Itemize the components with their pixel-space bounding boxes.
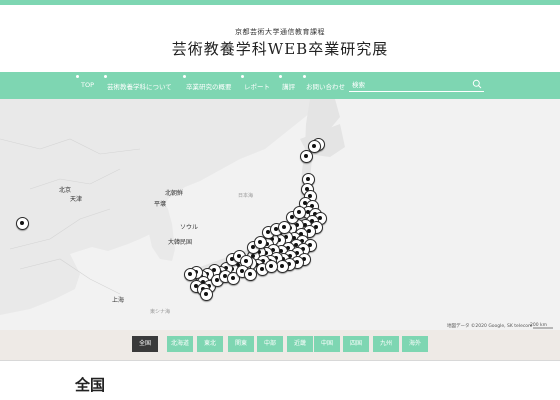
section-divider bbox=[0, 360, 560, 361]
map-label-beijing: 北京 bbox=[59, 187, 72, 194]
map-label-shanghai: 上海 bbox=[112, 297, 125, 304]
site-subtitle: 京都芸術大学通信教育課程 bbox=[235, 28, 325, 36]
region-button-kyushu[interactable]: 九州 bbox=[373, 336, 399, 352]
main-nav: TOP 芸術教養学科について 卒業研究の概要 レポート 講評 お問い合わせ bbox=[0, 72, 560, 99]
nav-dot-icon bbox=[76, 75, 79, 78]
map-base-layer bbox=[0, 99, 560, 330]
map-marker[interactable] bbox=[299, 149, 313, 163]
search-box bbox=[349, 78, 484, 92]
map-label-east-china-sea: 東シナ海 bbox=[150, 309, 171, 315]
region-button-chugoku[interactable]: 中国 bbox=[314, 336, 340, 352]
map-marker[interactable] bbox=[292, 205, 306, 219]
map-attribution: 地図データ ©2020 Google, SK telecom bbox=[447, 324, 533, 329]
map-label-pyongyang: 平壌 bbox=[154, 201, 167, 208]
section-heading: 全国 bbox=[75, 376, 106, 394]
region-button-hokkaido[interactable]: 北海道 bbox=[167, 336, 193, 352]
nav-item-contact[interactable]: お問い合わせ bbox=[306, 81, 345, 91]
region-button-overseas[interactable]: 海外 bbox=[402, 336, 428, 352]
region-filter-bar: 全国 北海道 東北 関東 中部 近畿 中国 四国 九州 海外 bbox=[0, 330, 560, 360]
map-view[interactable]: 北京 天津 北朝鮮 平壌 ソウル 大韓民国 上海 日本海 東シナ海 地図データ … bbox=[0, 99, 560, 330]
region-button-all[interactable]: 全国 bbox=[132, 336, 158, 352]
map-label-seoul: ソウル bbox=[180, 224, 199, 231]
nav-item-top[interactable]: TOP bbox=[81, 81, 94, 89]
region-button-kanto[interactable]: 関東 bbox=[228, 336, 254, 352]
region-button-kinki[interactable]: 近畿 bbox=[287, 336, 313, 352]
region-button-chubu[interactable]: 中部 bbox=[257, 336, 283, 352]
map-marker[interactable] bbox=[199, 287, 213, 301]
region-button-shikoku[interactable]: 四国 bbox=[343, 336, 369, 352]
map-label-tianjin: 天津 bbox=[70, 196, 83, 203]
nav-item-about[interactable]: 芸術教養学科について bbox=[107, 81, 172, 91]
nav-dot-icon bbox=[279, 75, 282, 78]
map-marker[interactable] bbox=[15, 216, 29, 230]
nav-item-overview[interactable]: 卒業研究の概要 bbox=[186, 81, 232, 91]
site-title[interactable]: 芸術教養学科WEB卒業研究展 bbox=[0, 38, 560, 59]
map-marker[interactable] bbox=[264, 259, 278, 273]
nav-item-review[interactable]: 講評 bbox=[282, 81, 295, 91]
map-label-japan-sea: 日本海 bbox=[238, 193, 254, 199]
region-button-tohoku[interactable]: 東北 bbox=[197, 336, 223, 352]
map-label-north-korea: 北朝鮮 bbox=[165, 190, 184, 197]
nav-item-report[interactable]: レポート bbox=[244, 81, 270, 91]
nav-dot-icon bbox=[303, 75, 306, 78]
map-marker[interactable] bbox=[183, 267, 197, 281]
site-header: 京都芸術大学通信教育課程 芸術教養学科WEB卒業研究展 bbox=[0, 5, 560, 72]
nav-dot-icon bbox=[241, 75, 244, 78]
map-marker[interactable] bbox=[243, 267, 257, 281]
map-label-south-korea: 大韓民国 bbox=[168, 239, 193, 246]
nav-dot-icon bbox=[104, 75, 107, 78]
nav-dot-icon bbox=[183, 75, 186, 78]
map-scale: 200 km bbox=[530, 323, 548, 328]
search-icon[interactable] bbox=[472, 79, 482, 89]
search-input[interactable] bbox=[352, 79, 462, 90]
